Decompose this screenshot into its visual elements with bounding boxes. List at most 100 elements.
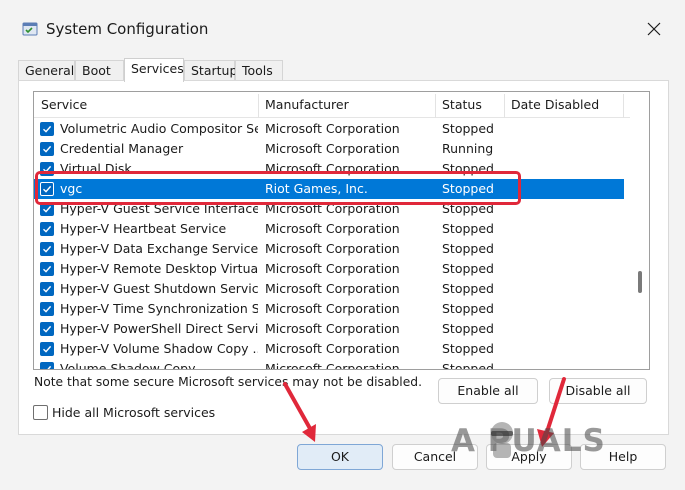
ok-button[interactable]: OK	[297, 444, 383, 470]
checkmark-icon	[43, 305, 52, 313]
service-row[interactable]: Hyper-V Data Exchange Service Microsoft C…	[34, 239, 624, 259]
status-cell: Stopped	[442, 281, 494, 296]
status-cell: Stopped	[442, 341, 494, 356]
status-cell: Stopped	[442, 161, 494, 176]
service-row[interactable]: Hyper-V PowerShell Direct Service Microso…	[34, 319, 624, 339]
manufacturer-cell: Microsoft Corporation	[265, 241, 400, 256]
checkmark-icon	[43, 125, 52, 133]
tab-startup[interactable]: Startup	[184, 60, 237, 81]
checkmark-icon	[43, 225, 52, 233]
service-row[interactable]: Hyper-V Guest Service Interface Microsoft…	[34, 199, 624, 219]
close-icon	[647, 22, 661, 36]
service-checkbox[interactable]	[40, 142, 54, 156]
status-cell: Stopped	[442, 201, 494, 216]
service-checkbox[interactable]	[40, 302, 54, 316]
service-checkbox[interactable]	[40, 362, 54, 369]
service-checkbox[interactable]	[40, 162, 54, 176]
manufacturer-cell: Microsoft Corporation	[265, 281, 400, 296]
service-name-cell: Virtual Disk	[60, 161, 132, 176]
hide-microsoft-services-label: Hide all Microsoft services	[52, 405, 216, 420]
service-name-cell: Hyper-V Guest Shutdown Service	[60, 281, 258, 296]
checkmark-icon	[43, 185, 52, 193]
title-bar: System Configuration	[0, 0, 685, 58]
manufacturer-cell: Microsoft Corporation	[265, 321, 400, 336]
hide-microsoft-services-checkbox[interactable]	[33, 405, 48, 420]
checkmark-icon	[43, 285, 52, 293]
service-checkbox[interactable]	[40, 202, 54, 216]
column-header-service[interactable]: Service	[34, 92, 256, 118]
scrollbar-thumb[interactable]	[638, 271, 642, 293]
service-checkbox[interactable]	[40, 282, 54, 296]
service-row[interactable]: Credential Manager Microsoft Corporation R…	[34, 139, 624, 159]
column-header-manufacturer[interactable]: Manufacturer	[258, 92, 434, 118]
service-row[interactable]: Hyper-V Heartbeat Service Microsoft Corpo…	[34, 219, 624, 239]
tab-services[interactable]: Services	[124, 58, 184, 82]
service-name-cell: Hyper-V Heartbeat Service	[60, 221, 227, 236]
status-cell: Stopped	[442, 241, 494, 256]
service-checkbox[interactable]	[40, 242, 54, 256]
service-row[interactable]: Hyper-V Remote Desktop Virtual... Microso…	[34, 259, 624, 279]
services-list[interactable]: Service Manufacturer Status Date Disable…	[33, 91, 650, 370]
column-header-status[interactable]: Status	[435, 92, 503, 118]
checkmark-icon	[43, 265, 52, 273]
service-name-cell: Hyper-V Guest Service Interface	[60, 201, 258, 216]
service-checkbox[interactable]	[40, 262, 54, 276]
status-cell: Stopped	[442, 321, 494, 336]
manufacturer-cell: Microsoft Corporation	[265, 261, 400, 276]
enable-all-button[interactable]: Enable all	[438, 378, 538, 404]
service-row[interactable]: Hyper-V Time Synchronization S... Microso…	[34, 299, 624, 319]
checkmark-icon	[43, 245, 52, 253]
status-cell: Stopped	[442, 181, 494, 196]
appuals-watermark: A PUALS	[451, 423, 606, 459]
tab-boot[interactable]: Boot	[75, 60, 124, 81]
manufacturer-cell: Microsoft Corporation	[265, 201, 400, 216]
vertical-scrollbar[interactable]	[630, 92, 649, 369]
service-row[interactable]: Virtual Disk Microsoft Corporation Stopped	[34, 159, 624, 179]
column-header-date-disabled[interactable]: Date Disabled	[504, 92, 622, 118]
service-name-cell: Hyper-V Data Exchange Service	[60, 241, 258, 256]
manufacturer-cell: Microsoft Corporation	[265, 141, 400, 156]
checkmark-icon	[43, 345, 52, 353]
manufacturer-cell: Microsoft Corporation	[265, 301, 400, 316]
list-header: Service Manufacturer Status Date Disable…	[34, 92, 649, 118]
column-divider[interactable]	[623, 94, 624, 118]
service-name-cell: Hyper-V PowerShell Direct Service	[60, 321, 258, 336]
service-name-cell: Credential Manager	[60, 141, 184, 156]
system-config-icon	[22, 22, 38, 36]
status-cell: Running	[442, 141, 494, 156]
service-row[interactable]: vgc Riot Games, Inc. Stopped	[34, 179, 624, 199]
close-button[interactable]	[640, 15, 668, 43]
checkmark-icon	[43, 145, 52, 153]
service-name-cell: Hyper-V Volume Shadow Copy ...	[60, 341, 258, 356]
disable-all-button[interactable]: Disable all	[549, 378, 647, 404]
service-name-cell: vgc	[60, 181, 83, 196]
system-configuration-window: System Configuration General Boot Servic…	[0, 0, 685, 490]
manufacturer-cell: Microsoft Corporation	[265, 121, 400, 136]
service-row[interactable]: Volume Shadow Copy Microsoft Corporation S…	[34, 359, 624, 370]
status-cell: Stopped	[442, 261, 494, 276]
manufacturer-cell: Microsoft Corporation	[265, 161, 400, 176]
manufacturer-cell: Microsoft Corporation	[265, 221, 400, 236]
service-checkbox[interactable]	[40, 322, 54, 336]
appuals-mascot-icon	[491, 422, 513, 458]
tab-general[interactable]: General	[18, 60, 75, 81]
service-checkbox[interactable]	[40, 182, 54, 196]
service-row[interactable]: Hyper-V Volume Shadow Copy ... Microsoft …	[34, 339, 624, 359]
service-name-cell: Volume Shadow Copy	[60, 361, 196, 370]
manufacturer-cell: Microsoft Corporation	[265, 341, 400, 356]
service-name-cell: Hyper-V Remote Desktop Virtual...	[60, 261, 258, 276]
service-row[interactable]: Volumetric Audio Compositor Se... Microso…	[34, 119, 624, 139]
checkmark-icon	[43, 205, 52, 213]
service-row[interactable]: Hyper-V Guest Shutdown Service Microsoft …	[34, 279, 624, 299]
service-checkbox[interactable]	[40, 342, 54, 356]
tab-tools[interactable]: Tools	[235, 60, 283, 81]
service-checkbox[interactable]	[40, 222, 54, 236]
manufacturer-cell: Microsoft Corporation	[265, 361, 400, 370]
secure-services-note: Note that some secure Microsoft services…	[34, 375, 422, 389]
status-cell: Stopped	[442, 301, 494, 316]
manufacturer-cell: Riot Games, Inc.	[265, 181, 368, 196]
window-title: System Configuration	[46, 20, 209, 38]
status-cell: Stopped	[442, 221, 494, 236]
status-cell: Stopped	[442, 361, 494, 370]
service-checkbox[interactable]	[40, 122, 54, 136]
